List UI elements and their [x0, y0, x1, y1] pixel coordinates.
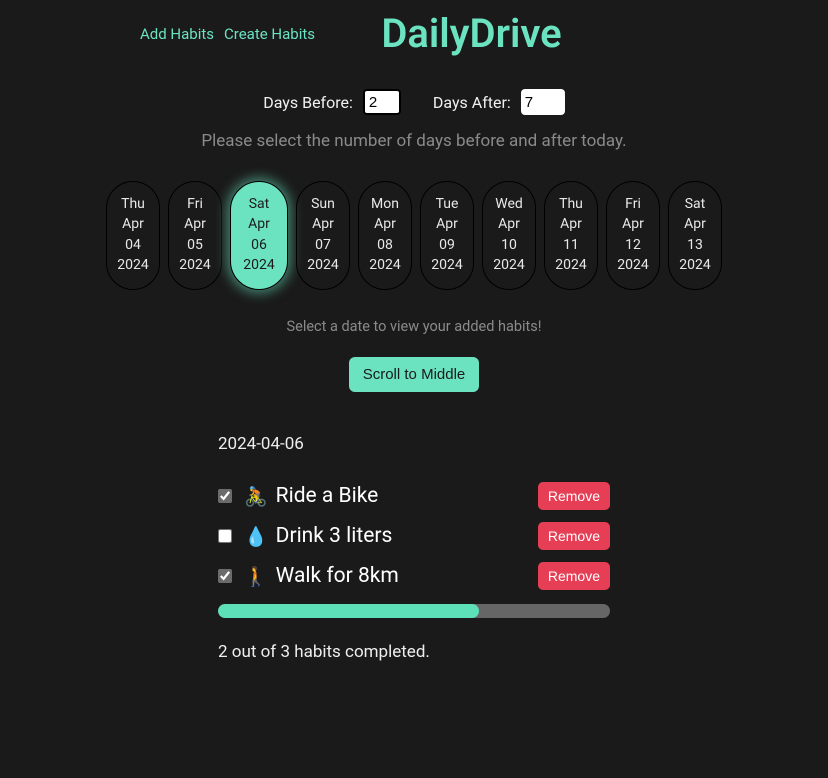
date-pill[interactable]: WedApr102024	[482, 181, 536, 290]
nav-create-habits[interactable]: Create Habits	[224, 25, 315, 43]
date-pill-month: Apr	[107, 214, 159, 234]
habit-row: 🚶 Walk for 8km Remove	[218, 562, 610, 590]
date-pill[interactable]: MonApr082024	[358, 181, 412, 290]
habit-checkbox[interactable]	[218, 569, 232, 583]
date-pill-day: 05	[169, 235, 221, 255]
habit-text: Walk for 8km	[276, 564, 399, 588]
date-pill-year: 2024	[231, 255, 287, 275]
date-pill-dow: Tue	[421, 194, 473, 214]
date-pill-year: 2024	[669, 255, 721, 275]
date-pill-month: Apr	[421, 214, 473, 234]
days-before-input[interactable]	[363, 89, 401, 115]
date-pill-day: 04	[107, 235, 159, 255]
habit-label: 💧 Drink 3 liters	[244, 524, 538, 548]
habit-row: 💧 Drink 3 liters Remove	[218, 522, 610, 550]
date-pill-month: Apr	[169, 214, 221, 234]
remove-habit-button[interactable]: Remove	[538, 522, 610, 550]
date-pill-dow: Sat	[231, 194, 287, 214]
scroll-to-middle-button[interactable]: Scroll to Middle	[349, 357, 480, 392]
days-after-input[interactable]	[521, 89, 565, 115]
date-pill-month: Apr	[545, 214, 597, 234]
date-pill-month: Apr	[483, 214, 535, 234]
date-pill-year: 2024	[359, 255, 411, 275]
date-pill[interactable]: FriApr052024	[168, 181, 222, 290]
date-pill[interactable]: SatApr132024	[668, 181, 722, 290]
days-range-hint: Please select the number of days before …	[0, 131, 828, 151]
date-pill-dow: Fri	[607, 194, 659, 214]
date-pill-dow: Thu	[107, 194, 159, 214]
nav-add-habits[interactable]: Add Habits	[140, 25, 214, 43]
date-pill-year: 2024	[107, 255, 159, 275]
date-pill[interactable]: ThuApr042024	[106, 181, 160, 290]
progress-fill	[218, 604, 479, 618]
select-date-hint: Select a date to view your added habits!	[0, 318, 828, 335]
habit-text: Ride a Bike	[276, 484, 379, 508]
date-pill-dow: Wed	[483, 194, 535, 214]
date-pill-dow: Sat	[669, 194, 721, 214]
habit-emoji-icon: 🚶	[244, 565, 268, 588]
date-pill[interactable]: FriApr122024	[606, 181, 660, 290]
date-pill-month: Apr	[669, 214, 721, 234]
days-before-label: Days Before:	[263, 93, 353, 112]
date-pill-day: 07	[297, 235, 349, 255]
habit-label: 🚴 Ride a Bike	[244, 484, 538, 508]
habits-list: 🚴Ride a BikeRemove💧Drink 3 litersRemove🚶…	[218, 482, 610, 590]
date-pill-month: Apr	[359, 214, 411, 234]
app-title: DailyDrive	[381, 10, 561, 57]
progress-text: 2 out of 3 habits completed.	[218, 642, 610, 662]
days-after-label: Days After:	[433, 93, 511, 112]
progress-bar	[218, 604, 610, 618]
date-strip: ThuApr042024FriApr052024SatApr062024SunA…	[0, 181, 828, 290]
habit-text: Drink 3 liters	[276, 524, 393, 548]
date-pill-year: 2024	[297, 255, 349, 275]
date-pill-month: Apr	[231, 214, 287, 234]
habit-checkbox[interactable]	[218, 489, 232, 503]
date-pill-month: Apr	[297, 214, 349, 234]
habit-emoji-icon: 🚴	[244, 485, 268, 508]
date-pill-dow: Thu	[545, 194, 597, 214]
date-pill-year: 2024	[483, 255, 535, 275]
date-pill[interactable]: ThuApr112024	[544, 181, 598, 290]
date-pill-year: 2024	[607, 255, 659, 275]
date-pill-month: Apr	[607, 214, 659, 234]
habit-emoji-icon: 💧	[244, 525, 268, 548]
date-pill-day: 08	[359, 235, 411, 255]
date-pill-year: 2024	[545, 255, 597, 275]
habit-row: 🚴 Ride a Bike Remove	[218, 482, 610, 510]
habit-checkbox[interactable]	[218, 529, 232, 543]
date-pill-day: 09	[421, 235, 473, 255]
date-pill-dow: Mon	[359, 194, 411, 214]
remove-habit-button[interactable]: Remove	[538, 562, 610, 590]
date-pill[interactable]: SunApr072024	[296, 181, 350, 290]
date-pill-day: 13	[669, 235, 721, 255]
date-pill-year: 2024	[421, 255, 473, 275]
selected-date-label: 2024-04-06	[218, 434, 610, 454]
date-pill-day: 06	[231, 235, 287, 255]
date-pill-dow: Fri	[169, 194, 221, 214]
habit-label: 🚶 Walk for 8km	[244, 564, 538, 588]
date-pill-day: 12	[607, 235, 659, 255]
date-pill[interactable]: TueApr092024	[420, 181, 474, 290]
date-pill-day: 10	[483, 235, 535, 255]
date-pill-dow: Sun	[297, 194, 349, 214]
date-pill[interactable]: SatApr062024	[230, 181, 288, 290]
date-pill-day: 11	[545, 235, 597, 255]
remove-habit-button[interactable]: Remove	[538, 482, 610, 510]
date-pill-year: 2024	[169, 255, 221, 275]
